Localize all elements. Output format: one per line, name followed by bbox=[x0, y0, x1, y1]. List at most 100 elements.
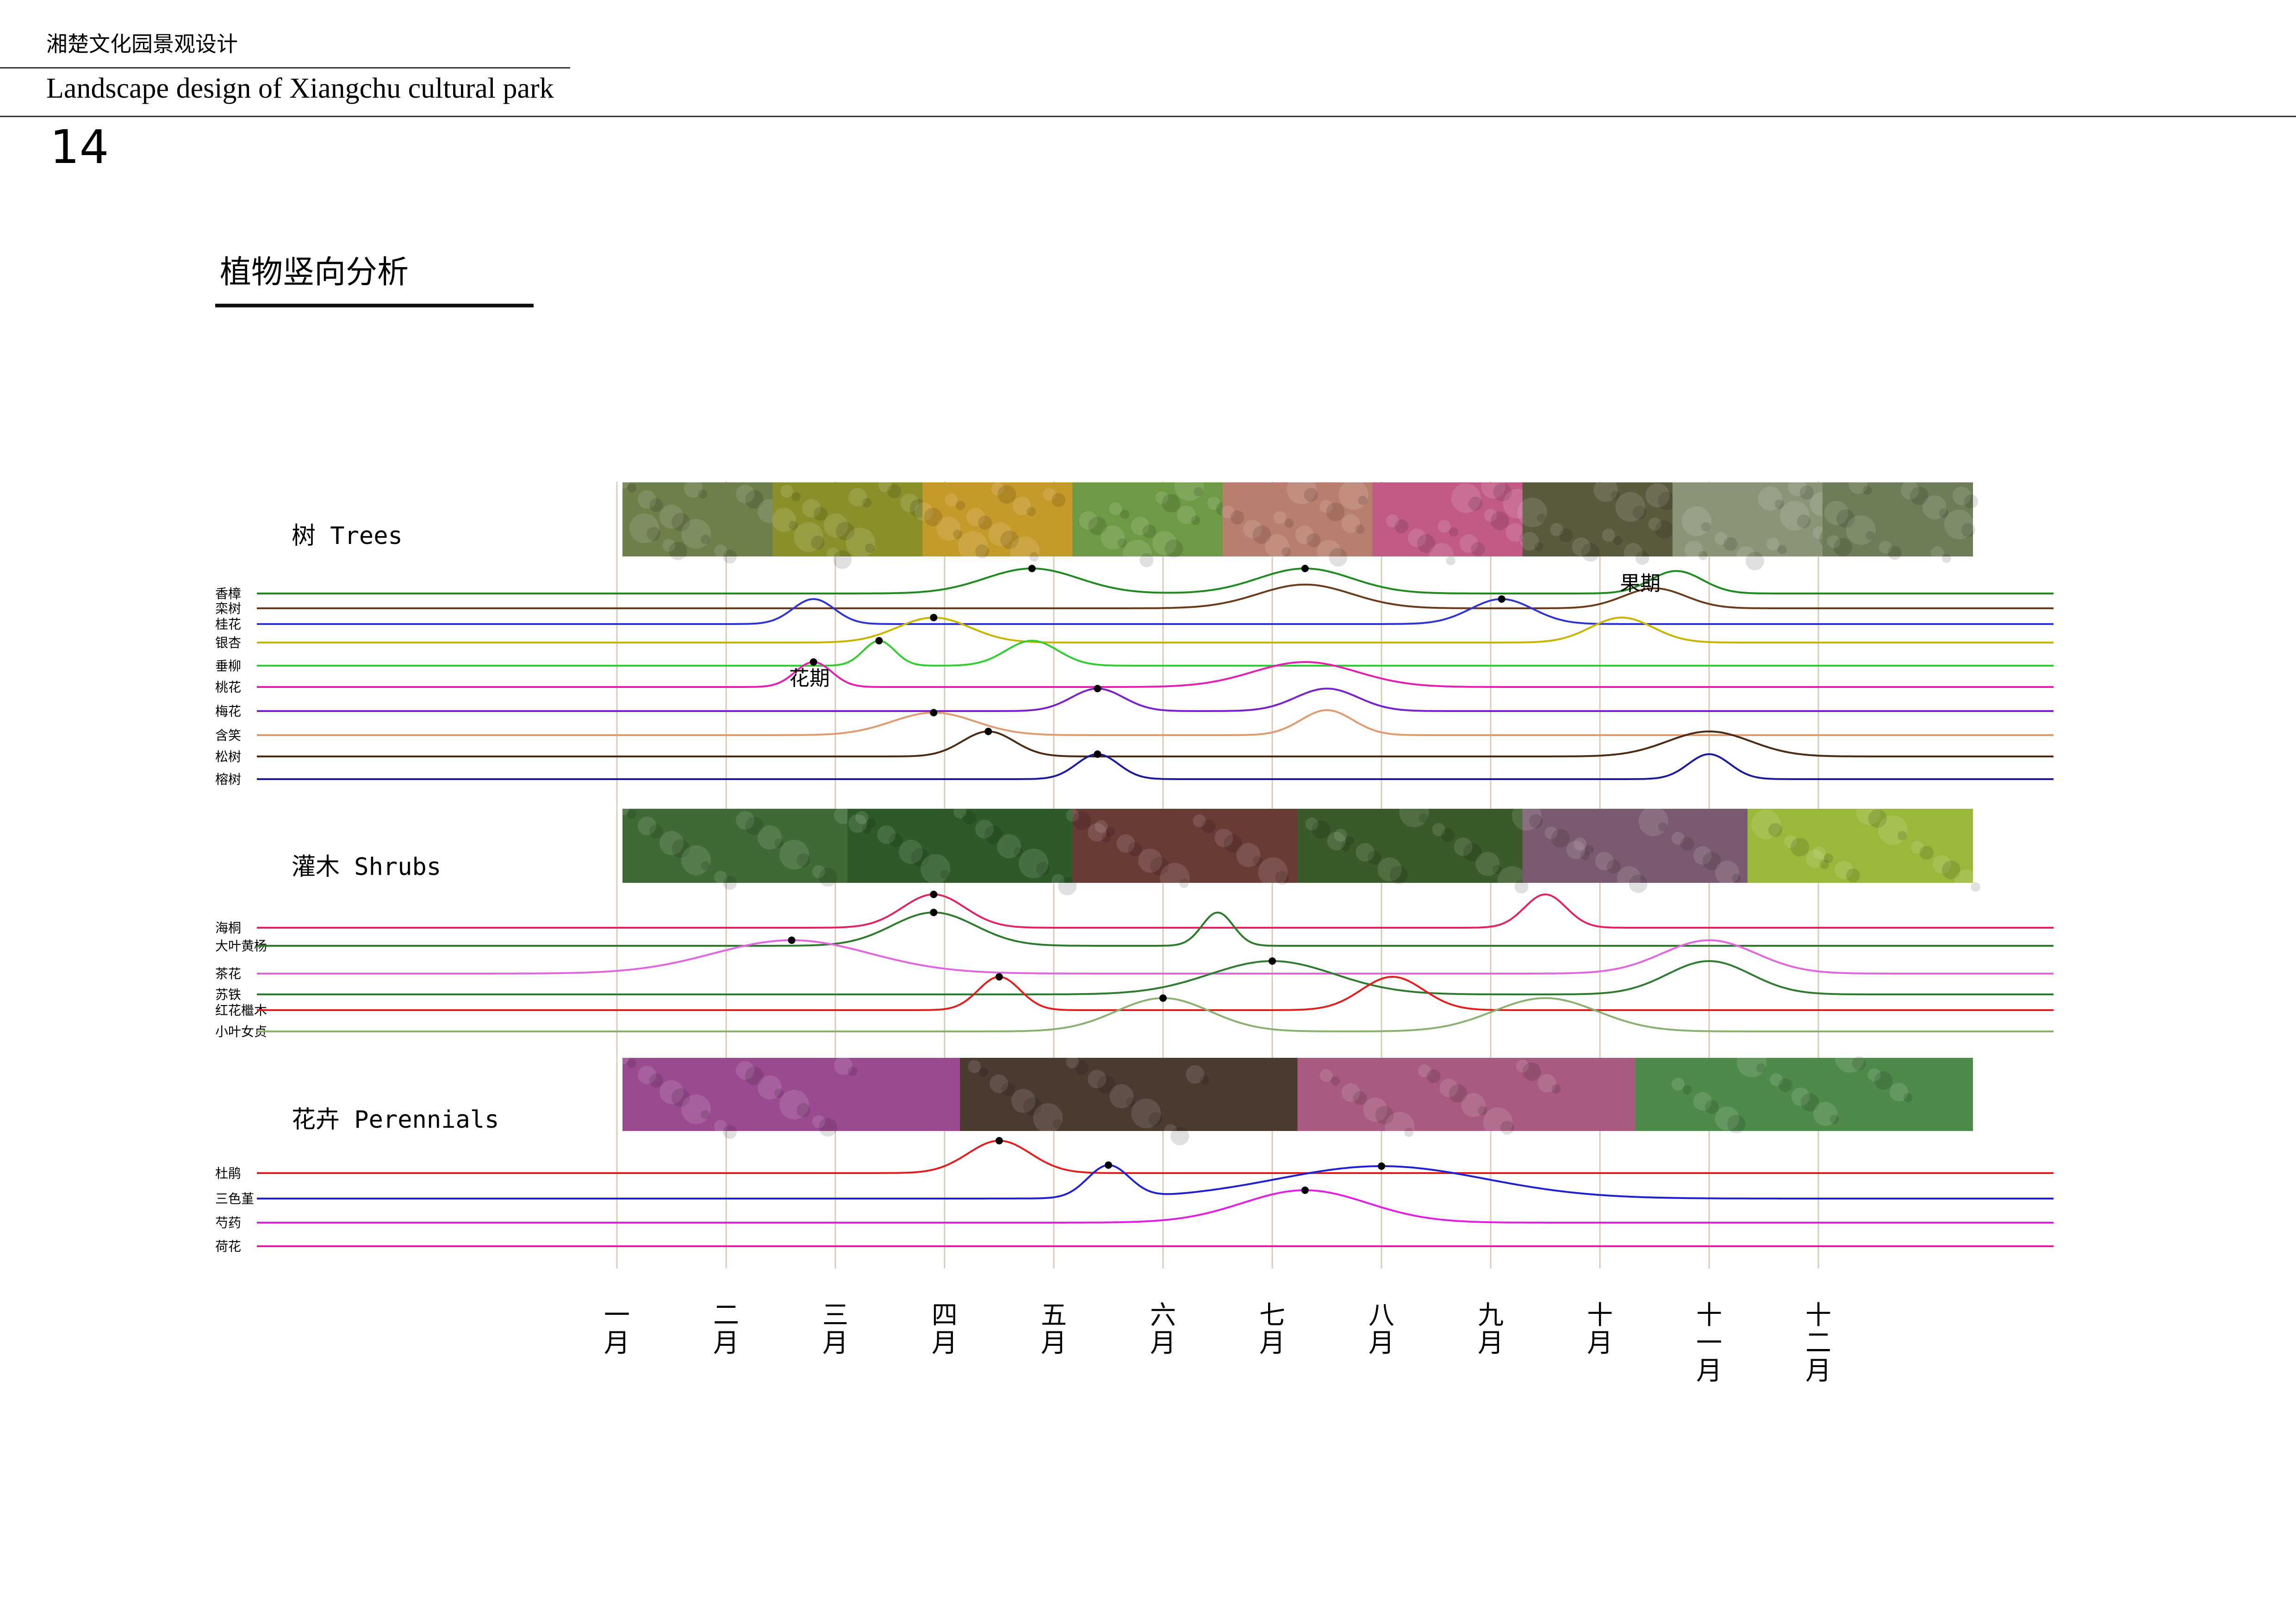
peak-marker bbox=[1159, 994, 1167, 1002]
peak-marker bbox=[875, 637, 883, 644]
series-label: 杜鹃 bbox=[215, 1166, 241, 1181]
series-0: 海桐 bbox=[215, 891, 2053, 936]
series-label: 榕树 bbox=[215, 772, 241, 787]
series-label: 三色堇 bbox=[215, 1191, 254, 1206]
month-tick-label: 五月 bbox=[1041, 1300, 1067, 1358]
peak-marker bbox=[809, 658, 817, 666]
peach-blossom-photo bbox=[1221, 475, 1373, 567]
group-label: 树 Trees bbox=[292, 522, 403, 550]
month-tick-label: 三月 bbox=[822, 1300, 848, 1358]
series-7: 含笑 bbox=[215, 709, 2053, 743]
series-line bbox=[257, 1189, 2053, 1224]
pine-photo bbox=[1672, 478, 1841, 570]
series-line bbox=[257, 960, 2053, 995]
plant-vertical-analysis-chart: 一月 二月 三月 四月 五月 六月 七月 八月 九月 十月 十一月 十二月 树 Trees 香樟栾树桂花银… bbox=[215, 471, 2053, 1386]
series-label: 松树 bbox=[215, 749, 241, 764]
month-tick-label: 一月 bbox=[604, 1300, 630, 1358]
azalea-photo bbox=[616, 1051, 961, 1139]
willow-photo bbox=[1072, 471, 1230, 569]
series-1: 栾树 bbox=[215, 583, 2053, 616]
series-line bbox=[257, 639, 2053, 667]
peak-marker bbox=[1301, 565, 1309, 572]
series-line bbox=[257, 753, 2053, 780]
month-axis-labels: 一月 二月 三月 四月 五月 六月 七月 八月 九月 十月 十一月 十二月 bbox=[604, 1300, 1831, 1386]
series-3: 苏铁 bbox=[215, 957, 2053, 1002]
peak-marker bbox=[1105, 1161, 1112, 1169]
month-tick-label: 十一月 bbox=[1696, 1300, 1722, 1386]
magnolia-photo bbox=[1517, 478, 1676, 565]
osmanthus-photo bbox=[772, 479, 928, 569]
group-trees: 树 Trees 香樟栾树桂花银杏垂柳桃花梅花含笑松树榕树 bbox=[215, 471, 2053, 787]
month-tick-label: 八月 bbox=[1369, 1300, 1394, 1358]
boxwood-photo bbox=[847, 806, 1077, 895]
group-label: 花卉 Perennials bbox=[292, 1106, 499, 1134]
series-label: 栾树 bbox=[215, 601, 241, 616]
month-tick-label: 四月 bbox=[932, 1300, 958, 1358]
cycad-photo bbox=[1297, 798, 1529, 896]
series-line bbox=[257, 1164, 2053, 1199]
pansy-photo bbox=[960, 1056, 1298, 1145]
chart-annotation: 果期 bbox=[1620, 572, 1661, 595]
peak-marker bbox=[984, 728, 992, 735]
series-label: 茶花 bbox=[215, 966, 241, 981]
series-line bbox=[257, 583, 2053, 609]
pittosporum-photo bbox=[616, 802, 857, 890]
series-2: 茶花 bbox=[215, 937, 2053, 981]
loropetalum-photo bbox=[1512, 801, 1748, 893]
series-1: 大叶黄杨 bbox=[215, 909, 2053, 954]
group-label: 灌木 Shrubs bbox=[292, 853, 441, 881]
month-tick-label: 十月 bbox=[1587, 1300, 1613, 1358]
privet-photo bbox=[1747, 801, 1980, 893]
series-6: 梅花 bbox=[215, 685, 2053, 719]
series-3: 银杏 bbox=[215, 614, 2053, 650]
peak-marker bbox=[1498, 595, 1506, 603]
series-8: 松树 bbox=[215, 728, 2053, 764]
group-shrubs: 灌木 Shrubs 海桐大叶黄杨茶花苏铁红花檵木小叶女贞 bbox=[215, 798, 2053, 1039]
series-line bbox=[257, 687, 2053, 712]
group-perennials: 花卉 Perennials 杜鹃三色堇芍药荷花 bbox=[215, 1043, 2053, 1254]
series-label: 芍药 bbox=[215, 1215, 241, 1230]
series-line bbox=[257, 893, 2053, 929]
peak-marker bbox=[1094, 685, 1101, 693]
plum-blossom-photo bbox=[1372, 475, 1533, 567]
series-2: 芍药 bbox=[215, 1187, 2053, 1230]
leaf-photo bbox=[616, 476, 784, 563]
banyan-photo bbox=[1822, 475, 1978, 563]
series-5: 小叶女贞 bbox=[215, 994, 2053, 1039]
series-0: 杜鹃 bbox=[215, 1137, 2053, 1181]
series-line bbox=[257, 709, 2053, 736]
series-label: 海桐 bbox=[215, 920, 241, 936]
series-5: 桃花 bbox=[215, 658, 2053, 695]
month-tick-label: 六月 bbox=[1150, 1300, 1176, 1358]
month-tick-label: 九月 bbox=[1478, 1300, 1504, 1358]
series-label: 垂柳 bbox=[215, 658, 241, 674]
series-0: 香樟 bbox=[215, 565, 2053, 601]
series-2: 桂花 bbox=[215, 595, 2053, 632]
peak-marker bbox=[930, 614, 938, 621]
camellia-photo bbox=[1066, 809, 1298, 893]
series-line bbox=[257, 997, 2053, 1032]
series-line bbox=[257, 567, 2053, 594]
series-3: 荷花 bbox=[215, 1239, 2053, 1254]
series-label: 荷花 bbox=[215, 1239, 241, 1254]
series-label: 桃花 bbox=[215, 680, 241, 695]
peak-marker bbox=[1028, 565, 1036, 572]
peak-marker bbox=[996, 973, 1003, 981]
lotus-photo bbox=[1635, 1043, 1973, 1133]
series-line bbox=[257, 911, 2053, 947]
series-label: 梅花 bbox=[215, 704, 241, 719]
series-label: 桂花 bbox=[215, 617, 241, 632]
peak-marker bbox=[788, 937, 796, 944]
peak-marker bbox=[996, 1137, 1003, 1144]
month-tick-label: 二月 bbox=[713, 1300, 739, 1358]
month-tick-label: 七月 bbox=[1259, 1300, 1285, 1358]
series-label: 银杏 bbox=[215, 635, 241, 650]
series-1: 三色堇 bbox=[215, 1161, 2053, 1206]
series-line bbox=[257, 598, 2053, 625]
ginkgo-photo bbox=[915, 482, 1073, 566]
chart-annotation: 花期 bbox=[789, 667, 830, 690]
peak-marker bbox=[1094, 750, 1101, 758]
series-line bbox=[257, 616, 2053, 643]
peak-marker bbox=[1269, 957, 1276, 965]
series-label: 苏铁 bbox=[215, 987, 241, 1002]
